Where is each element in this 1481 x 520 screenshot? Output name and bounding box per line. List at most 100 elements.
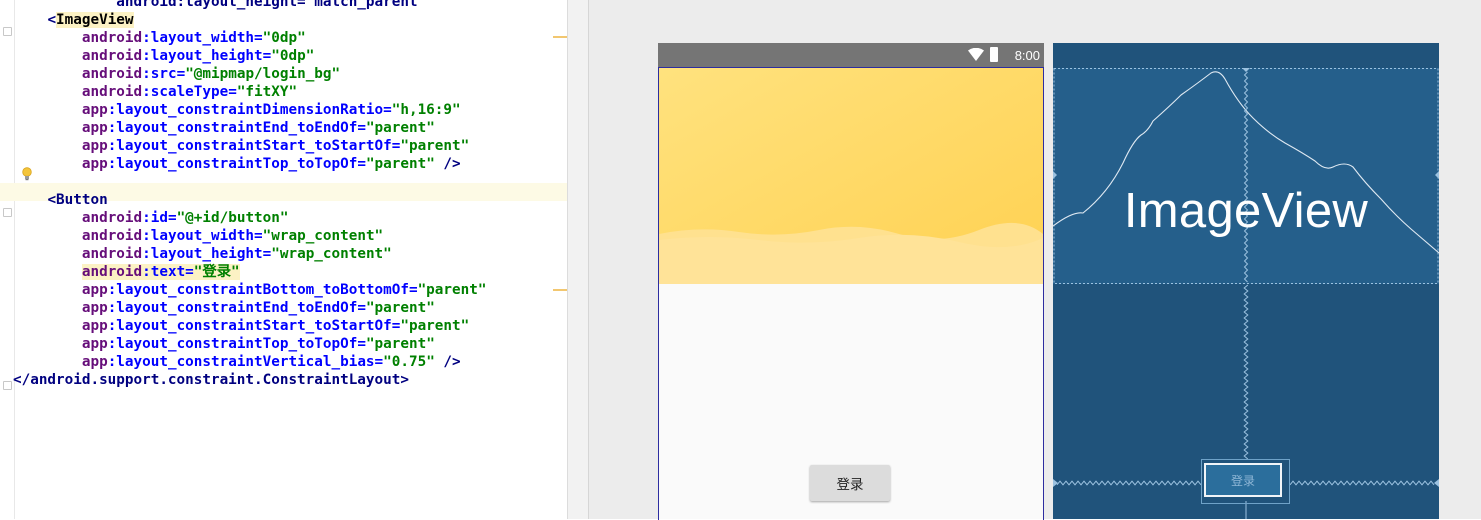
code-token: "@+id/button" bbox=[176, 210, 289, 226]
code-token: :layout_width= bbox=[142, 30, 263, 46]
battery-icon bbox=[990, 47, 998, 62]
code-token: app bbox=[81, 336, 108, 352]
code-token: </android.support.constraint.ConstraintL… bbox=[13, 372, 409, 388]
code-line[interactable]: app:layout_constraintBottom_toBottomOf="… bbox=[13, 281, 487, 299]
code-line[interactable]: android:id="@+id/button" bbox=[13, 209, 486, 227]
imageview-label: ImageView bbox=[1123, 184, 1369, 238]
code-line[interactable]: app:layout_constraintTop_toTopOf="parent… bbox=[13, 155, 486, 173]
code-token: :layout_constraintTop_toTopOf= bbox=[107, 156, 366, 172]
code-line[interactable]: android:layout_width="wrap_content" bbox=[13, 227, 486, 245]
blueprint-view[interactable]: ImageView 登录 bbox=[1053, 43, 1439, 519]
code-token: "parent" bbox=[365, 120, 435, 136]
fold-marker-icon[interactable] bbox=[3, 381, 12, 390]
code-token: <Button bbox=[47, 192, 108, 208]
code-line[interactable]: <ImageView bbox=[13, 11, 486, 29]
code-line[interactable]: app:layout_constraintDimensionRatio="h,1… bbox=[13, 101, 486, 119]
code-token: app bbox=[81, 354, 108, 370]
code-line[interactable]: app:layout_constraintTop_toTopOf="parent… bbox=[13, 335, 486, 353]
code-token: "登录" bbox=[193, 264, 240, 280]
blueprint-button[interactable]: 登录 bbox=[1204, 463, 1282, 497]
code-token: "parent" bbox=[365, 336, 435, 352]
code-token: app bbox=[81, 282, 108, 298]
code-line[interactable]: <Button bbox=[13, 191, 486, 209]
code-token: app bbox=[81, 318, 108, 334]
code-line[interactable]: android:layout_height="0dp" bbox=[13, 47, 486, 65]
code-token: /> bbox=[434, 354, 461, 370]
code-token: "@mipmap/login_bg" bbox=[185, 66, 341, 82]
fold-marker-icon[interactable] bbox=[3, 27, 12, 36]
code-token: :layout_constraintStart_toStartOf= bbox=[107, 138, 401, 154]
code-line[interactable]: android:src="@mipmap/login_bg" bbox=[13, 65, 486, 83]
code-token: android bbox=[81, 30, 143, 46]
code-token: android bbox=[81, 66, 143, 82]
code-token: "wrap_content" bbox=[271, 246, 392, 262]
code-editor[interactable]: android:layout_height="match_parent" <Im… bbox=[0, 0, 568, 519]
code-token: android:layout_height="match_parent" bbox=[116, 0, 427, 10]
code-line[interactable]: android:layout_width="0dp" bbox=[13, 29, 486, 47]
login-bg-image[interactable] bbox=[659, 68, 1043, 284]
xml-source[interactable]: android:layout_height="match_parent" <Im… bbox=[13, 0, 486, 389]
code-line[interactable]: android:text="登录" bbox=[13, 263, 486, 281]
code-token: android bbox=[81, 246, 143, 262]
code-token: :text= bbox=[142, 264, 194, 280]
code-line[interactable]: </android.support.constraint.ConstraintL… bbox=[13, 371, 486, 389]
code-token: "parent" bbox=[365, 300, 435, 316]
code-token: android bbox=[81, 84, 143, 100]
code-line[interactable]: android:layout_height="match_parent" bbox=[13, 0, 486, 11]
code-token: "0.75" bbox=[383, 354, 435, 370]
code-token: :scaleType= bbox=[142, 84, 237, 100]
wifi-icon bbox=[968, 48, 984, 61]
code-token: android bbox=[81, 264, 143, 280]
blueprint-constraints bbox=[1053, 68, 1439, 519]
fold-marker-icon[interactable] bbox=[3, 208, 12, 217]
code-line[interactable]: app:layout_constraintEnd_toEndOf="parent… bbox=[13, 119, 486, 137]
code-token: :id= bbox=[142, 210, 177, 226]
code-line[interactable]: android:layout_height="wrap_content" bbox=[13, 245, 486, 263]
code-token: "0dp" bbox=[262, 30, 306, 46]
pane-splitter[interactable] bbox=[568, 0, 589, 519]
code-token: android bbox=[81, 210, 143, 226]
code-token: "parent" bbox=[400, 138, 470, 154]
code-token: :layout_constraintStart_toStartOf= bbox=[107, 318, 401, 334]
code-line[interactable]: app:layout_constraintStart_toStartOf="pa… bbox=[13, 317, 486, 335]
code-token: app bbox=[81, 102, 108, 118]
code-token: :layout_constraintDimensionRatio= bbox=[107, 102, 392, 118]
scroll-marker[interactable] bbox=[553, 36, 567, 38]
code-token: app bbox=[81, 138, 108, 154]
code-token: ImageView bbox=[56, 12, 134, 28]
editor-gutter[interactable] bbox=[0, 0, 14, 519]
code-token: < bbox=[47, 12, 57, 28]
code-token: "0dp" bbox=[271, 48, 315, 64]
code-line[interactable]: app:layout_constraintEnd_toEndOf="parent… bbox=[13, 299, 486, 317]
code-token: android bbox=[81, 228, 143, 244]
code-token: :src= bbox=[142, 66, 186, 82]
code-line[interactable] bbox=[13, 173, 486, 191]
code-line[interactable]: android:scaleType="fitXY" bbox=[13, 83, 486, 101]
scroll-marker[interactable] bbox=[553, 289, 567, 291]
code-line[interactable]: app:layout_constraintVertical_bias="0.75… bbox=[13, 353, 486, 371]
login-button[interactable]: 登录 bbox=[810, 465, 890, 501]
code-token: "fitXY" bbox=[236, 84, 298, 100]
code-token: "parent" bbox=[400, 318, 470, 334]
code-line[interactable]: app:layout_constraintStart_toStartOf="pa… bbox=[13, 137, 486, 155]
code-token: :layout_width= bbox=[142, 228, 263, 244]
status-time: 8:00 bbox=[1014, 48, 1040, 63]
code-token: /> bbox=[434, 156, 461, 172]
code-token: "parent" bbox=[417, 282, 487, 298]
status-bar: 8:00 bbox=[658, 43, 1044, 67]
